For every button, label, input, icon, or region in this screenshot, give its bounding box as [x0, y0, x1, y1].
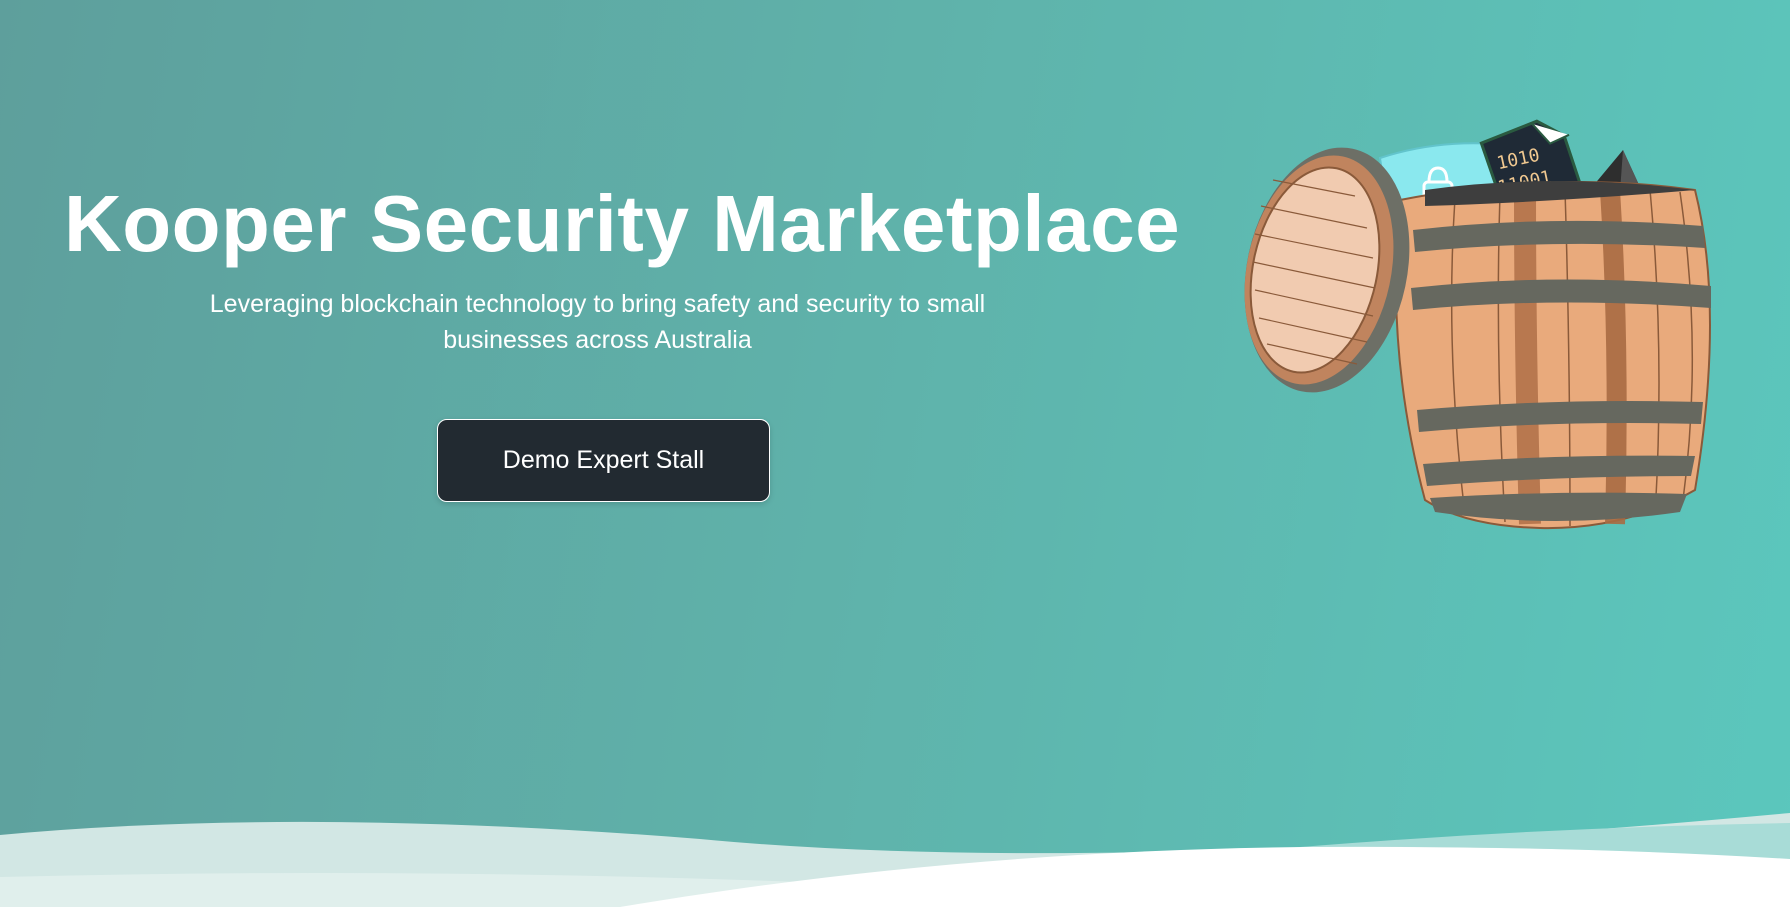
barrel-icon: 1010 11001 01011001 0100: [1244, 119, 1711, 530]
hero-title: Kooper Security Marketplace: [64, 179, 1181, 268]
wave-decoration: [0, 813, 1790, 907]
demo-expert-stall-button[interactable]: Demo Expert Stall: [437, 419, 770, 502]
barrel-body: [1394, 181, 1711, 530]
hero-section: Kooper Security Marketplace Leveraging b…: [0, 0, 1790, 907]
hero-subtitle: Leveraging blockchain technology to brin…: [209, 290, 986, 354]
